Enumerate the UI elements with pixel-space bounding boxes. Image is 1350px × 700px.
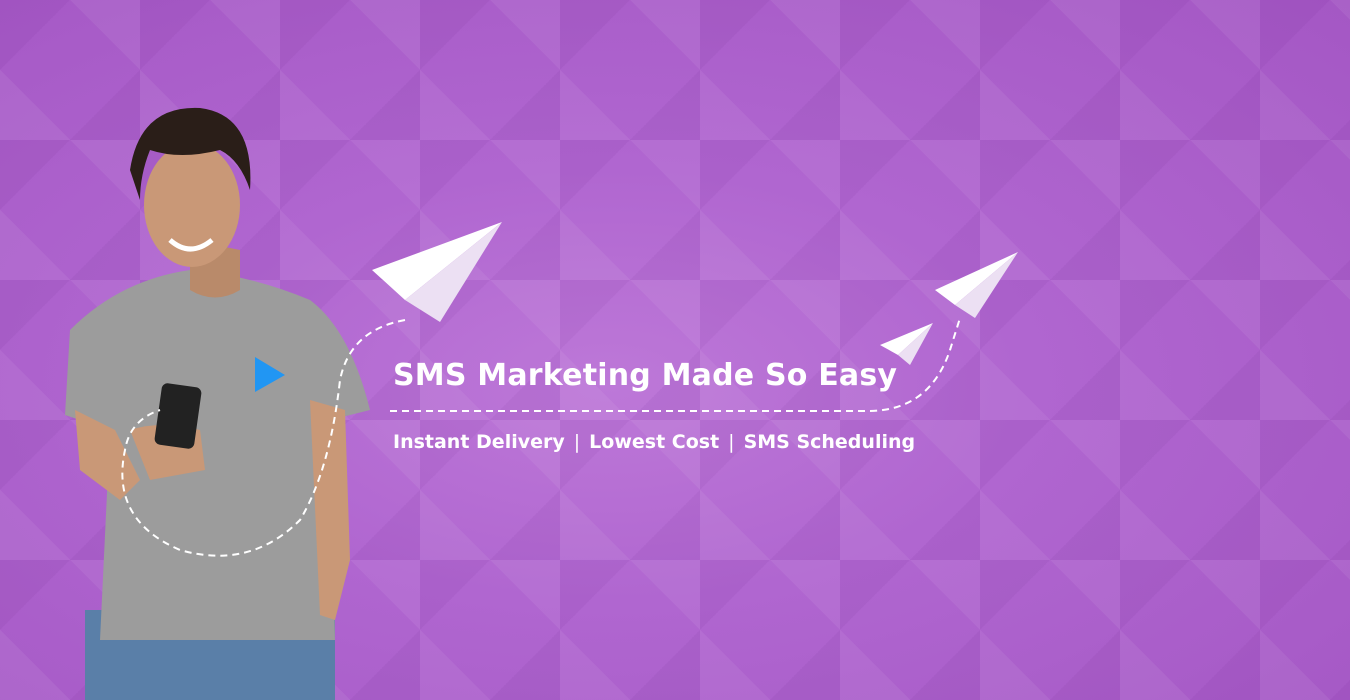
headline: SMS Marketing Made So Easy [393, 358, 898, 393]
banner-artwork [65, 107, 1018, 700]
paper-plane-icon-large [372, 222, 502, 322]
paper-plane-icon-medium [935, 252, 1018, 318]
person-illustration [65, 107, 370, 700]
feature-list: Instant Delivery | Lowest Cost | SMS Schedul… [393, 431, 915, 453]
separator: | [573, 431, 581, 453]
feature-instant-delivery: Instant Delivery [393, 431, 565, 453]
phone-icon [154, 383, 202, 449]
feature-sms-scheduling: SMS Scheduling [743, 431, 916, 453]
separator: | [728, 431, 735, 453]
feature-lowest-cost: Lowest Cost [589, 431, 720, 453]
